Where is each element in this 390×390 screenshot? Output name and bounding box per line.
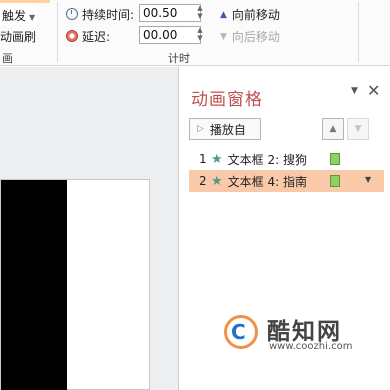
chevron-down-icon[interactable]: ▼: [365, 175, 371, 184]
animation-item[interactable]: 1 ★ 文本框 2: 搜狗: [189, 148, 384, 170]
animation-item-selected[interactable]: 2 ★ 文本框 4: 指南 ▼: [189, 170, 384, 192]
animation-list: 1 ★ 文本框 2: 搜狗 2 ★ 文本框 4: 指南 ▼: [189, 148, 384, 192]
watermark-logo: C: [224, 315, 258, 349]
pane-title: 动画窗格: [191, 90, 263, 110]
play-icon: ▷: [197, 124, 204, 134]
chevron-down-icon: ▼: [29, 13, 36, 22]
delay-input[interactable]: 00.00: [139, 26, 201, 44]
trigger-button[interactable]: 触发 ▼: [0, 6, 38, 25]
play-from-button[interactable]: ▷ 播放自: [189, 118, 261, 140]
reorder-down-button[interactable]: ▼: [347, 118, 369, 140]
duration-input[interactable]: 00.50: [139, 4, 201, 22]
move-down-icon: ▼: [220, 31, 227, 42]
star-icon: ★: [211, 151, 223, 167]
timing-bar: [330, 153, 340, 165]
move-later-button[interactable]: ▼ 向后移动: [220, 28, 280, 45]
delay-spinner[interactable]: ▲ ▼: [195, 26, 205, 44]
advanced-animation-group-label: 画: [2, 52, 13, 65]
delay-icon: [66, 30, 78, 42]
timing-bar: [330, 175, 340, 187]
slide-editing-area: [0, 67, 178, 390]
move-earlier-label: 向前移动: [231, 8, 280, 22]
move-up-icon: ▲: [329, 124, 337, 134]
slide-canvas[interactable]: [0, 179, 150, 390]
reorder-up-button[interactable]: ▲: [322, 118, 344, 140]
ribbon-highlight: [0, 0, 50, 3]
play-from-label: 播放自: [209, 122, 246, 137]
timing-group-label: 计时: [168, 52, 190, 65]
animation-item-label: 文本框 4: 指南: [227, 174, 307, 189]
move-later-label: 向后移动: [231, 30, 280, 44]
animation-item-label: 文本框 2: 搜狗: [227, 152, 307, 167]
watermark-url: www.coozhi.com: [269, 341, 353, 352]
move-down-icon: ▼: [354, 124, 362, 134]
delay-label: 延迟:: [82, 29, 111, 44]
animation-painter-label: 动画刷: [0, 30, 37, 44]
delay-row: 延迟:: [66, 27, 110, 45]
star-icon: ★: [211, 173, 223, 189]
animation-order-number: 2: [199, 174, 207, 188]
clock-icon: [66, 8, 78, 20]
duration-spinner[interactable]: ▲ ▼: [195, 4, 205, 22]
close-icon[interactable]: ✕: [367, 81, 380, 100]
move-earlier-button[interactable]: ▲ 向前移动: [220, 6, 280, 23]
duration-label: 持续时间:: [82, 7, 135, 22]
ribbon: 触发 ▼ 动画刷 画 持续时间: 00.50 ▲ ▼ 延迟: 00.00 ▲ ▼ ▲ …: [0, 0, 390, 66]
group-divider: [358, 2, 359, 62]
black-shape[interactable]: [1, 180, 67, 390]
animation-order-number: 1: [199, 152, 207, 166]
trigger-label: 触发: [2, 9, 27, 23]
pane-menu-icon[interactable]: ▼: [351, 86, 358, 96]
move-up-icon: ▲: [220, 9, 227, 20]
animation-painter-button[interactable]: 动画刷: [0, 28, 36, 45]
group-divider: [57, 2, 58, 62]
watermark: C 酷知网 www.coozhi.com: [213, 305, 363, 360]
duration-row: 持续时间:: [66, 5, 134, 23]
watermark-logo-letter: C: [231, 320, 246, 344]
